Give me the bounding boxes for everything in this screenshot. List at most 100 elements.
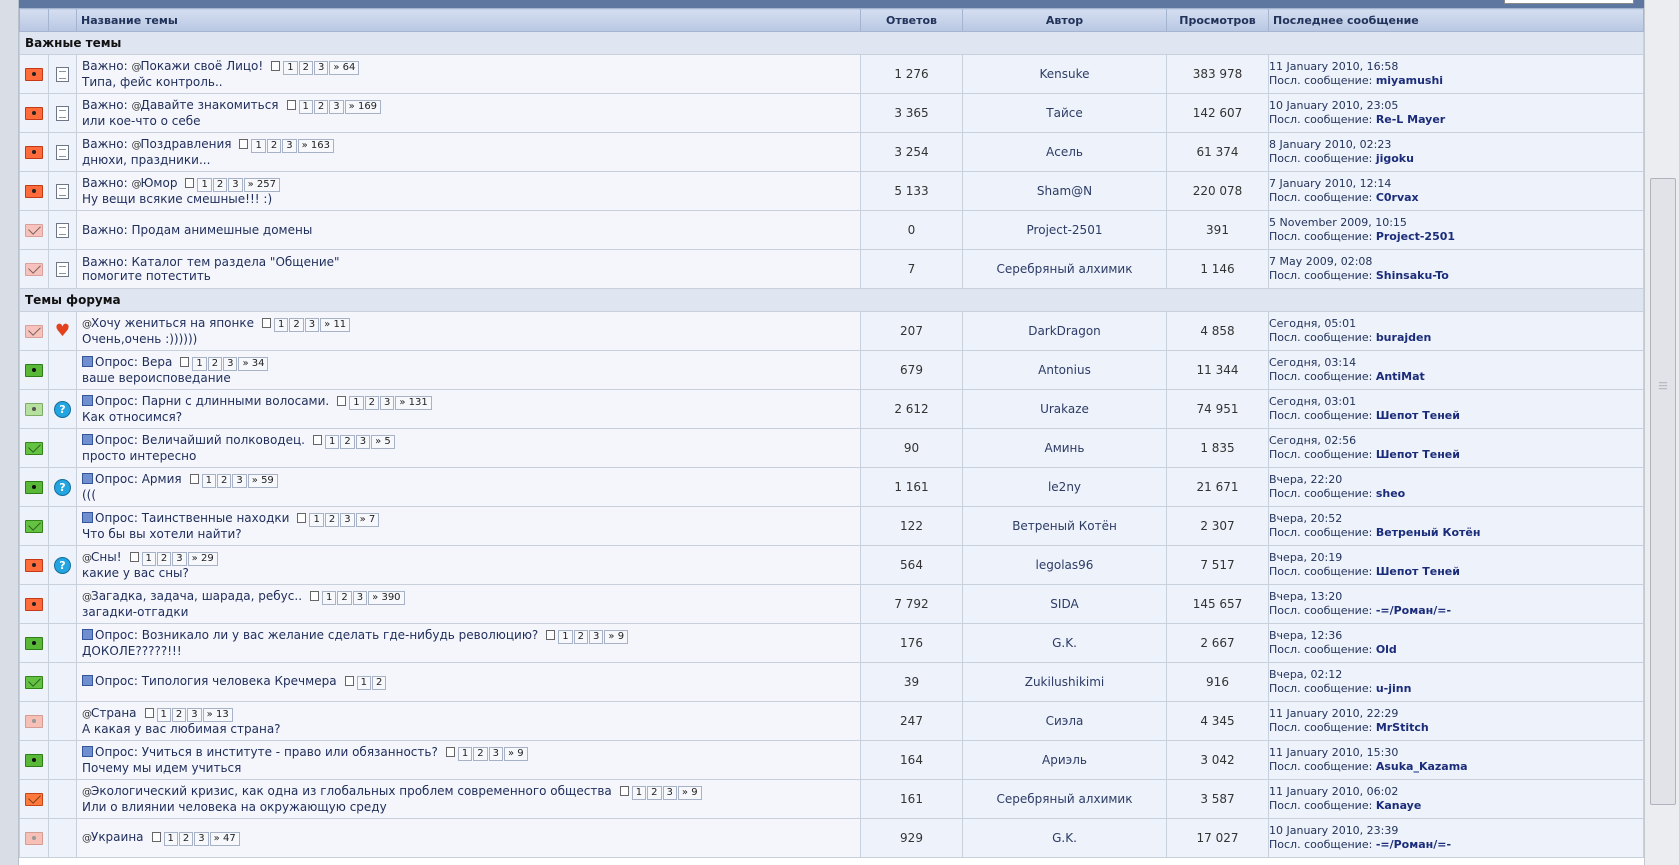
- topic-author[interactable]: le2ny: [962, 467, 1167, 507]
- last-post-author[interactable]: Kanaye: [1376, 799, 1422, 812]
- topic-link[interactable]: Давайте знакомиться: [140, 98, 278, 112]
- topic-link[interactable]: Парни с длинными волосами.: [142, 394, 330, 408]
- page-link[interactable]: 1: [192, 357, 207, 371]
- topic-link[interactable]: Поздравления: [140, 137, 231, 151]
- last-post-date[interactable]: Сегодня, 03:14: [1270, 356, 1643, 370]
- page-link[interactable]: 2: [212, 178, 228, 192]
- page-link[interactable]: 2: [289, 318, 304, 332]
- page-link[interactable]: 1: [349, 396, 364, 410]
- last-post-date[interactable]: Вчера, 13:20: [1270, 590, 1643, 604]
- last-post-date[interactable]: 10 January 2010, 23:39: [1270, 824, 1643, 838]
- replies-count[interactable]: 164: [860, 740, 963, 780]
- page-link[interactable]: 3: [228, 178, 243, 192]
- search-box[interactable]: [1504, 0, 1634, 4]
- page-link[interactable]: 1: [309, 513, 324, 527]
- topic-link[interactable]: Возникало ли у вас желание сделать где-н…: [142, 628, 539, 642]
- last-page-link[interactable]: » 9: [604, 630, 629, 644]
- last-post-date[interactable]: Сегодня, 03:01: [1270, 395, 1643, 409]
- page-link[interactable]: 2: [156, 552, 172, 566]
- page-link[interactable]: 3: [304, 318, 320, 332]
- topic-author[interactable]: Antonius: [962, 350, 1167, 390]
- last-post-author[interactable]: Шепот Теней: [1376, 448, 1460, 461]
- header-last-post[interactable]: Последнее сообщение: [1268, 8, 1644, 32]
- topic-link[interactable]: Вера: [142, 355, 173, 369]
- replies-count[interactable]: 1 276: [860, 54, 963, 94]
- topic-link[interactable]: Армия: [142, 472, 182, 486]
- page-link[interactable]: 1: [631, 786, 647, 800]
- last-post-author[interactable]: Project-2501: [1376, 230, 1455, 243]
- topic-link[interactable]: Продам анимешные домены: [131, 223, 312, 237]
- topic-author[interactable]: DarkDragon: [962, 311, 1167, 351]
- topic-author[interactable]: Ариэль: [962, 740, 1167, 780]
- page-link[interactable]: 3: [340, 513, 355, 527]
- page-link[interactable]: 3: [313, 61, 329, 75]
- page-link[interactable]: 2: [371, 676, 387, 690]
- page-link[interactable]: 1: [298, 100, 313, 114]
- page-link[interactable]: 1: [324, 435, 340, 449]
- replies-count[interactable]: 3 365: [860, 93, 963, 133]
- page-link[interactable]: 1: [356, 676, 371, 690]
- last-page-link[interactable]: » 163: [297, 139, 335, 153]
- last-post-date[interactable]: 10 January 2010, 23:05: [1270, 99, 1643, 113]
- scrollbar-thumb[interactable]: [1650, 178, 1676, 805]
- last-post-date[interactable]: Вчера, 20:19: [1270, 551, 1643, 565]
- last-page-link[interactable]: » 47: [209, 832, 240, 846]
- page-link[interactable]: 2: [171, 708, 187, 722]
- last-post-author[interactable]: Re-L Mayer: [1376, 113, 1445, 126]
- last-page-link[interactable]: » 5: [371, 435, 395, 449]
- replies-count[interactable]: 2 612: [860, 389, 963, 429]
- last-page-link[interactable]: » 29: [187, 552, 218, 566]
- header-replies[interactable]: Ответов: [860, 8, 963, 32]
- last-post-author[interactable]: Asuka_Kazama: [1376, 760, 1468, 773]
- last-post-date[interactable]: 7 May 2009, 02:08: [1270, 255, 1643, 269]
- last-post-author[interactable]: -=/Роман/=-: [1376, 604, 1451, 617]
- replies-count[interactable]: 5 133: [860, 171, 963, 211]
- replies-count[interactable]: 247: [860, 701, 963, 741]
- replies-count[interactable]: 1 161: [860, 467, 963, 507]
- replies-count[interactable]: 161: [860, 779, 963, 819]
- topic-link[interactable]: Экологический кризис, как одна из глобал…: [91, 784, 612, 798]
- topic-link[interactable]: Типология человека Кречмера: [142, 674, 337, 688]
- page-link[interactable]: 3: [232, 474, 247, 488]
- last-post-author[interactable]: Ветреный Котён: [1376, 526, 1481, 539]
- last-post-date[interactable]: Сегодня, 02:56: [1270, 434, 1643, 448]
- topic-link[interactable]: Сны!: [91, 550, 122, 564]
- last-page-link[interactable]: » 59: [247, 474, 278, 488]
- last-post-author[interactable]: Шепот Теней: [1376, 565, 1460, 578]
- topic-link[interactable]: Юмор: [140, 176, 177, 190]
- last-post-author[interactable]: miyamushi: [1376, 74, 1443, 87]
- last-post-date[interactable]: Сегодня, 05:01: [1270, 317, 1643, 331]
- replies-count[interactable]: 7: [860, 249, 963, 289]
- replies-count[interactable]: 7 792: [860, 584, 963, 624]
- last-post-author[interactable]: Old: [1376, 643, 1397, 656]
- topic-author[interactable]: Sham@N: [962, 171, 1167, 211]
- last-post-date[interactable]: 11 January 2010, 16:58: [1270, 60, 1643, 74]
- page-link[interactable]: 1: [283, 61, 298, 75]
- last-post-date[interactable]: Вчера, 20:52: [1270, 512, 1643, 526]
- last-post-date[interactable]: 8 January 2010, 02:23: [1270, 138, 1643, 152]
- topic-author[interactable]: Тайсе: [962, 93, 1167, 133]
- last-page-link[interactable]: » 11: [320, 318, 351, 332]
- topic-link[interactable]: Величайший полководец.: [142, 433, 305, 447]
- page-link[interactable]: 1: [156, 708, 171, 722]
- replies-count[interactable]: 679: [860, 350, 963, 390]
- last-page-link[interactable]: » 131: [395, 396, 432, 410]
- topic-author[interactable]: SIDA: [962, 584, 1167, 624]
- page-link[interactable]: 1: [457, 747, 473, 761]
- topic-author[interactable]: Urakaze: [962, 389, 1167, 429]
- replies-count[interactable]: 39: [860, 662, 963, 702]
- last-post-author[interactable]: Шепот Теней: [1376, 409, 1460, 422]
- page-link[interactable]: 2: [266, 139, 282, 153]
- last-post-author[interactable]: Shinsaku-To: [1376, 269, 1449, 282]
- page-link[interactable]: 2: [337, 591, 352, 605]
- topic-link[interactable]: Хочу жениться на японке: [91, 316, 254, 330]
- last-page-link[interactable]: » 7: [355, 513, 380, 527]
- scrollbar[interactable]: — — —: [1644, 0, 1679, 865]
- page-link[interactable]: 2: [178, 832, 194, 846]
- page-link[interactable]: 3: [589, 630, 604, 644]
- last-page-link[interactable]: » 169: [344, 100, 382, 114]
- page-link[interactable]: 2: [573, 630, 589, 644]
- last-page-link[interactable]: » 64: [329, 61, 360, 75]
- page-link[interactable]: 3: [282, 139, 297, 153]
- page-link[interactable]: 2: [364, 396, 379, 410]
